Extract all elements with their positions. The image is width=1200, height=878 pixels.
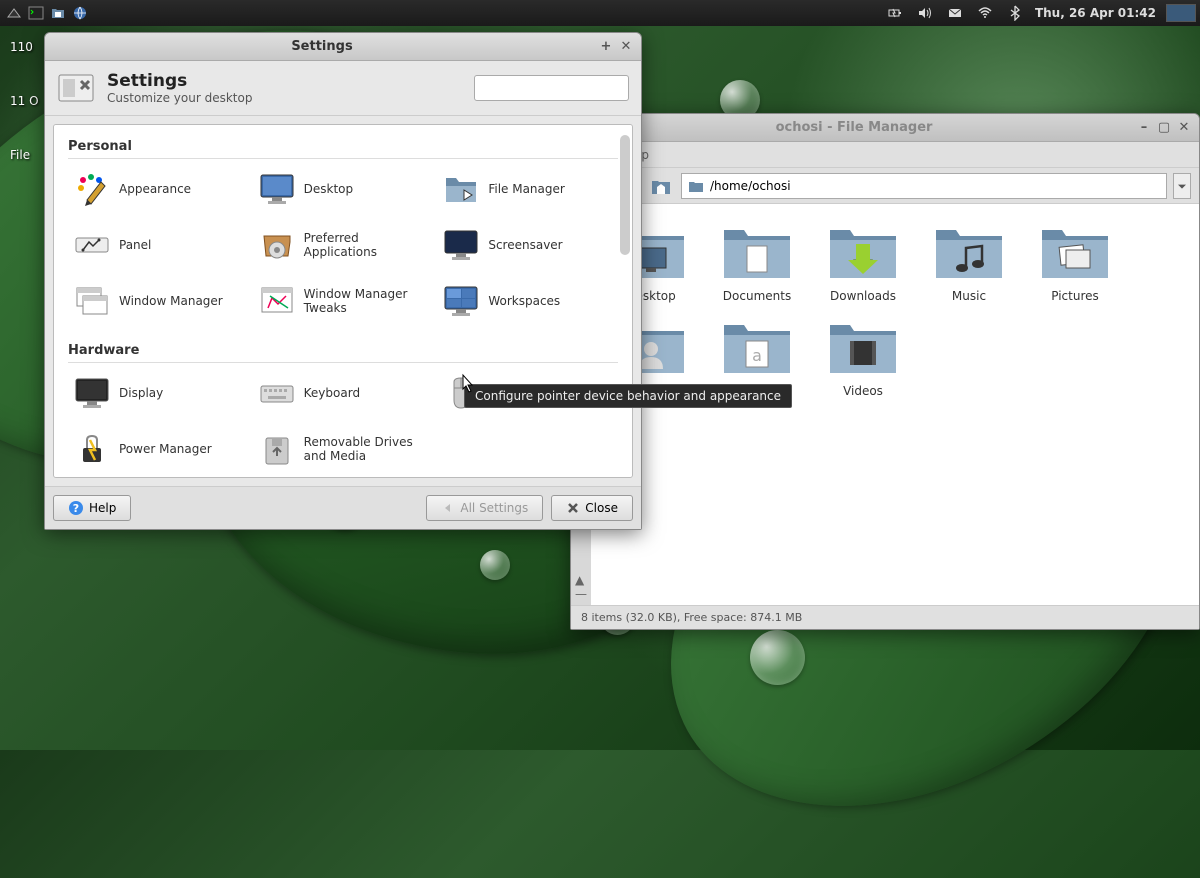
path-bar[interactable]: /home/ochosi <box>681 173 1167 199</box>
settings-item-power[interactable]: Power Manager <box>68 425 249 473</box>
keyboard-icon <box>256 372 298 414</box>
close-icon <box>566 501 580 515</box>
settings-body: Personal Appearance Desktop File Manager… <box>53 124 633 478</box>
wm-tweaks-icon <box>256 280 298 322</box>
desktop-icons: 110 11 O File <box>10 40 39 202</box>
section-hardware: Hardware <box>68 339 618 363</box>
settings-item-preferred-apps[interactable]: Preferred Applications <box>253 221 434 269</box>
settings-item-window-manager[interactable]: Window Manager <box>68 277 249 325</box>
wifi-icon[interactable] <box>975 3 995 23</box>
settings-item-removable[interactable]: Removable Drives and Media <box>253 425 434 473</box>
settings-item-panel[interactable]: Panel <box>68 221 249 269</box>
desktop-icon <box>256 168 298 210</box>
folder-downloads[interactable]: Downloads <box>819 220 907 303</box>
file-manager-icon <box>440 168 482 210</box>
folder-music[interactable]: Music <box>925 220 1013 303</box>
settings-search[interactable] <box>474 75 629 101</box>
panel-icon <box>71 224 113 266</box>
file-manager-titlebar[interactable]: ochosi - File Manager – ▢ ✕ <box>571 114 1199 142</box>
eject-icon[interactable]: ▲— <box>575 573 587 601</box>
file-manager-statusbar: 8 items (32.0 KB), Free space: 874.1 MB <box>571 605 1199 629</box>
web-browser-launcher-icon[interactable] <box>70 3 90 23</box>
settings-item-display[interactable]: Display <box>68 369 249 417</box>
display-icon <box>71 372 113 414</box>
top-panel: Thu, 26 Apr 01:42 <box>0 0 1200 26</box>
window-manager-icon <box>71 280 113 322</box>
settings-title: Settings <box>107 71 252 91</box>
help-button[interactable]: ? Help <box>53 495 131 521</box>
settings-item-keyboard[interactable]: Keyboard <box>253 369 434 417</box>
power-icon <box>71 428 113 470</box>
workspace-switcher[interactable] <box>1166 4 1196 22</box>
file-manager-toolbar: /home/ochosi <box>571 168 1199 204</box>
close-button[interactable]: Close <box>551 495 633 521</box>
clock[interactable]: Thu, 26 Apr 01:42 <box>1035 6 1156 20</box>
settings-window: Settings + ✕ Settings Customize your des… <box>44 32 642 530</box>
minimize-button[interactable]: – <box>1137 121 1151 135</box>
all-settings-button: All Settings <box>426 495 543 521</box>
desktop-icon[interactable]: File <box>10 148 39 162</box>
mail-icon[interactable] <box>945 3 965 23</box>
appearance-icon <box>71 168 113 210</box>
settings-titlebar[interactable]: Settings + ✕ <box>45 33 641 61</box>
volume-icon[interactable] <box>915 3 935 23</box>
settings-header: Settings Customize your desktop <box>45 61 641 116</box>
settings-footer: ? Help All Settings Close <box>45 486 641 529</box>
section-personal: Personal <box>68 135 618 159</box>
close-button[interactable]: ✕ <box>1177 121 1191 135</box>
path-text: /home/ochosi <box>710 179 791 193</box>
desktop-icon[interactable]: 110 <box>10 40 39 54</box>
folder-documents[interactable]: Documents <box>713 220 801 303</box>
settings-header-icon <box>57 69 95 107</box>
settings-item-desktop[interactable]: Desktop <box>253 165 434 213</box>
removable-icon <box>256 428 298 470</box>
cursor-pointer-icon <box>458 373 476 399</box>
scrollbar[interactable] <box>620 135 630 255</box>
bluetooth-icon[interactable] <box>1005 3 1025 23</box>
search-input[interactable] <box>479 81 629 95</box>
window-title: Settings <box>45 39 599 54</box>
back-icon <box>441 501 455 515</box>
preferred-apps-icon <box>256 224 298 266</box>
nav-home-icon[interactable] <box>647 172 675 200</box>
tooltip: Configure pointer device behavior and ap… <box>464 384 792 408</box>
workspaces-icon <box>440 280 482 322</box>
settings-item-screensaver[interactable]: Screensaver <box>437 221 618 269</box>
settings-item-wm-tweaks[interactable]: Window Manager Tweaks <box>253 277 434 325</box>
settings-subtitle: Customize your desktop <box>107 91 252 105</box>
file-manager-window: ochosi - File Manager – ▢ ✕ Go Help /hom… <box>570 113 1200 630</box>
file-manager-menubar: Go Help <box>571 142 1199 168</box>
folder-videos[interactable]: Videos <box>819 315 907 398</box>
help-icon: ? <box>68 500 84 516</box>
folder-pictures[interactable]: Pictures <box>1031 220 1119 303</box>
maximize-button[interactable]: + <box>599 40 613 54</box>
settings-item-appearance[interactable]: Appearance <box>68 165 249 213</box>
desktop-icon[interactable]: 11 O <box>10 94 39 108</box>
path-dropdown-icon[interactable] <box>1173 173 1191 199</box>
settings-item-workspaces[interactable]: Workspaces <box>437 277 618 325</box>
svg-text:?: ? <box>73 502 79 515</box>
close-button[interactable]: ✕ <box>619 40 633 54</box>
screensaver-icon <box>440 224 482 266</box>
window-title: ochosi - File Manager <box>571 120 1137 135</box>
svg-text:a: a <box>752 346 762 365</box>
settings-item-file-manager[interactable]: File Manager <box>437 165 618 213</box>
applications-menu-icon[interactable] <box>4 3 24 23</box>
battery-icon[interactable] <box>885 3 905 23</box>
maximize-button[interactable]: ▢ <box>1157 121 1171 135</box>
file-manager-launcher-icon[interactable] <box>48 3 68 23</box>
terminal-icon[interactable] <box>26 3 46 23</box>
